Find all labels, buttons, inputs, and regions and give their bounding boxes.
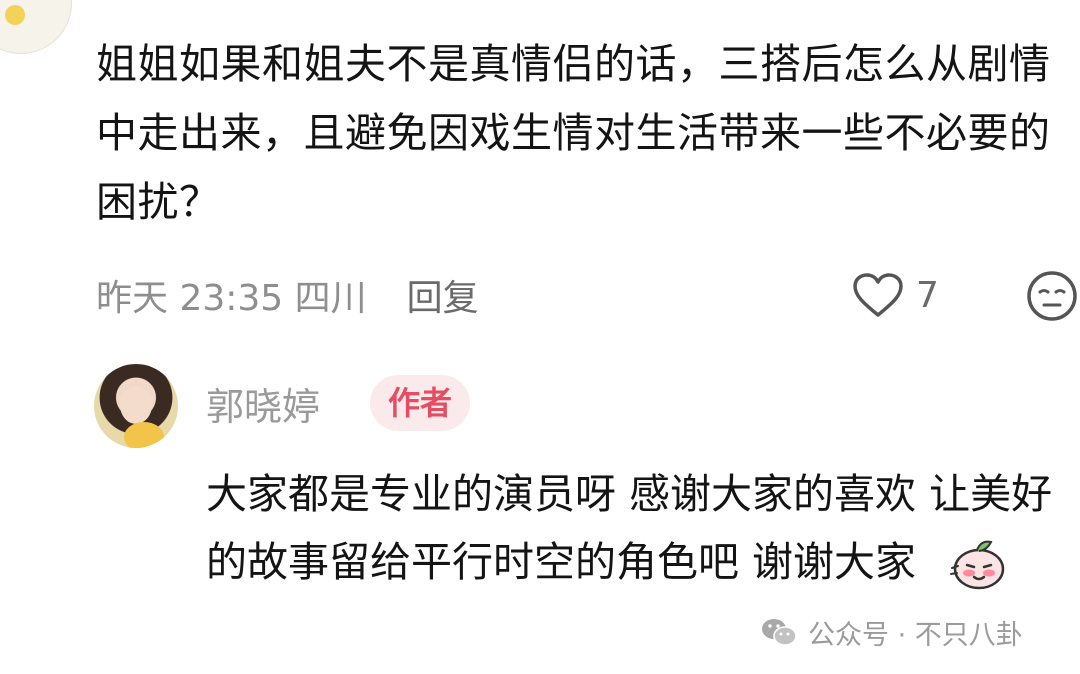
author-avatar[interactable] — [94, 364, 178, 448]
comment-time: 昨天 23:35 — [96, 278, 284, 319]
sun-icon — [5, 5, 25, 25]
comment-meta: 昨天 23:35 四川 回复 — [96, 268, 479, 322]
reply-button[interactable]: 回复 — [407, 269, 479, 321]
reply-text-block: 大家都是专业的演员呀 感谢大家的喜欢 让美好的故事留给平行时空的角色吧 谢谢大家 — [206, 460, 1076, 596]
avatar-toy — [124, 422, 164, 448]
heart-outline-icon — [853, 273, 903, 317]
reply-text: 大家都是专业的演员呀 感谢大家的喜欢 让美好的故事留给平行时空的角色吧 谢谢大家 — [206, 470, 1053, 586]
author-badge: 作者 — [370, 375, 471, 431]
wechat-icon — [762, 619, 797, 646]
comment-text: 姐姐如果和姐夫不是真情侣的话，三搭后怎么从剧情中走出来，且避免因戏生情对生活带来… — [96, 40, 1051, 226]
comment-location: 四川 — [294, 278, 367, 319]
neutral-face-icon[interactable] — [1026, 270, 1078, 322]
avatar-face — [120, 386, 152, 424]
commenter-avatar-partial[interactable] — [0, 0, 72, 54]
blushing-peach-sticker-icon — [950, 540, 1005, 590]
comment-time-location: 昨天 23:35 四川 — [96, 269, 367, 321]
watermark: 公众号 · 不只八卦 — [760, 612, 1023, 652]
like-count: 7 — [916, 274, 939, 316]
watermark-text: 公众号 · 不只八卦 — [808, 619, 1023, 651]
like-button[interactable]: 7 — [852, 268, 939, 322]
reply-author-name[interactable]: 郭晓婷 — [206, 376, 320, 431]
